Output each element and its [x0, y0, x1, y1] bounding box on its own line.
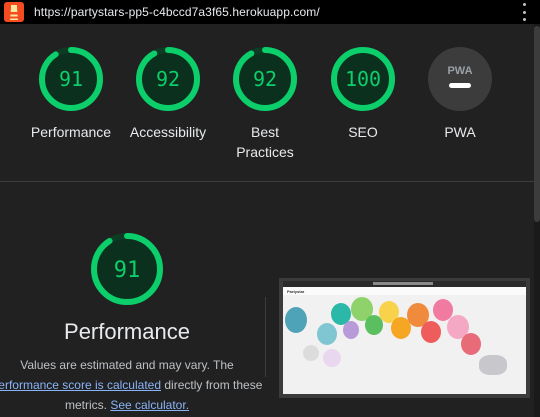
vertical-divider	[265, 297, 266, 377]
see-calculator-link[interactable]: See calculator.	[110, 398, 189, 412]
gauge-best-practices[interactable]: 92 Best Practices	[215, 46, 315, 162]
gauge-accessibility[interactable]: 92 Accessibility	[118, 46, 218, 142]
performance-note: Values are estimated and may vary. The p…	[0, 355, 265, 415]
score-gauges: 91 Performance 92 Accessibility 92 Best …	[0, 24, 534, 181]
url-bar: https://partystars-pp5-c4bccd7a3f65.hero…	[0, 0, 540, 24]
lighthouse-logo-icon	[4, 2, 24, 22]
performance-big-gauge: 91	[91, 233, 163, 305]
pwa-badge-text: PWA	[447, 65, 472, 77]
performance-big-score: 91	[114, 258, 141, 283]
gauge-pwa[interactable]: PWA PWA	[410, 46, 510, 142]
best-practices-gauge-ring: 92	[233, 47, 297, 111]
thumbnail-navbar: Partystar	[283, 287, 526, 295]
report-url[interactable]: https://partystars-pp5-c4bccd7a3f65.hero…	[34, 5, 320, 19]
accessibility-score: 92	[156, 67, 180, 91]
performance-score: 91	[59, 67, 83, 91]
performance-gauge-ring: 91	[39, 47, 103, 111]
note-text-1: Values are estimated and may vary. The	[20, 358, 234, 372]
performance-section: 91 Performance Values are estimated and …	[0, 182, 265, 417]
seo-label: SEO	[348, 124, 378, 140]
score-calculated-link[interactable]: performance score is calculated	[0, 378, 161, 392]
scrollbar-thumb[interactable]	[534, 26, 540, 222]
gauge-performance[interactable]: 91 Performance	[21, 46, 121, 142]
accessibility-gauge-ring: 92	[136, 47, 200, 111]
accessibility-label: Accessibility	[129, 124, 207, 140]
gauge-seo[interactable]: 100 SEO	[313, 46, 413, 142]
more-options-icon[interactable]	[523, 3, 527, 21]
seo-score: 100	[345, 67, 381, 91]
pwa-badge-icon: PWA	[428, 47, 492, 111]
performance-title: Performance	[64, 319, 190, 344]
seo-gauge-ring: 100	[331, 47, 395, 111]
performance-label: Performance	[30, 124, 112, 140]
best-practices-label: Best Practices	[236, 124, 294, 160]
thumbnail-site-logo: Partystar	[287, 289, 305, 294]
pwa-label: PWA	[444, 124, 476, 140]
best-practices-score: 92	[253, 67, 277, 91]
thumbnail-hero-image	[283, 295, 526, 394]
page-screenshot-thumbnail[interactable]: Partystar	[279, 278, 530, 398]
